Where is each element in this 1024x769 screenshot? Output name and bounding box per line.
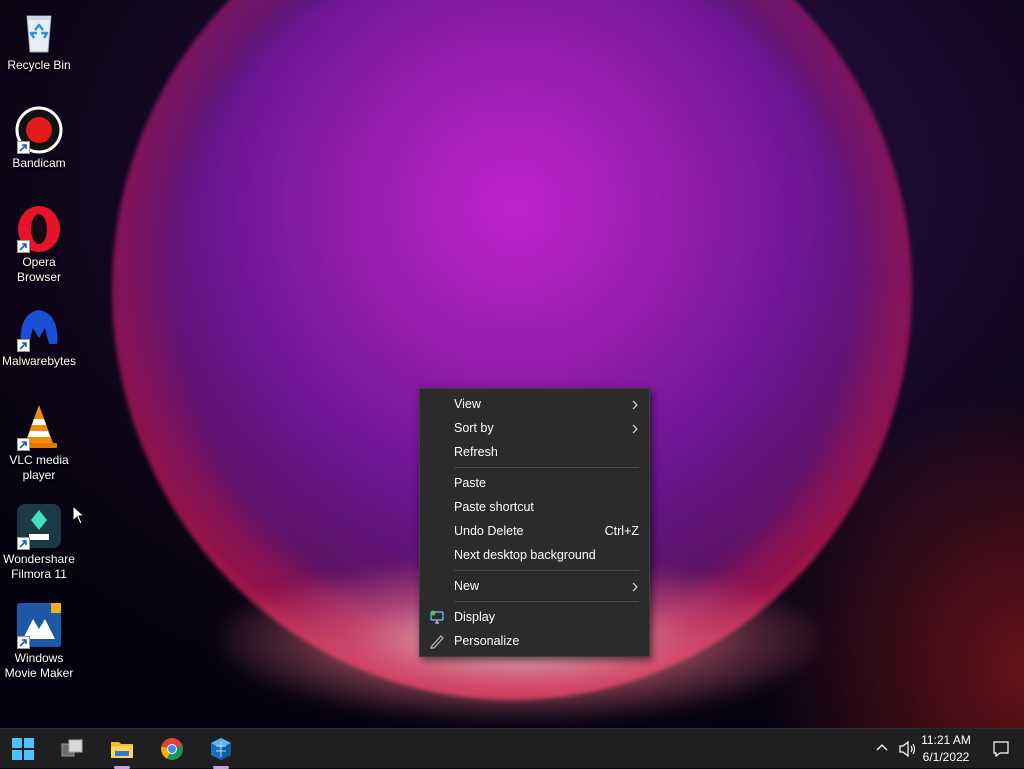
menu-item-next-desktop-background[interactable]: Next desktop background — [420, 543, 649, 567]
recycle-bin-icon — [15, 8, 63, 56]
chrome-icon — [161, 738, 183, 760]
malwarebytes-icon — [15, 304, 63, 352]
clock-date: 6/1/2022 — [922, 750, 970, 764]
display-settings-icon — [429, 609, 445, 625]
opera-icon — [15, 205, 63, 253]
menu-item-label: View — [454, 397, 481, 411]
menu-item-label: Sort by — [454, 421, 494, 435]
menu-item-label: Personalize — [454, 634, 520, 648]
pen-icon — [429, 633, 445, 649]
menu-item-label: Paste — [454, 476, 486, 490]
menu-separator — [454, 570, 639, 571]
folder-icon — [111, 742, 133, 758]
shortcut-arrow-icon — [17, 438, 30, 451]
chrome-button[interactable] — [150, 729, 194, 769]
clock-time: 11:21 AM — [921, 733, 971, 747]
clock[interactable]: 11:21 AM 6/1/2022 — [916, 732, 976, 766]
app-cube-icon — [211, 738, 231, 760]
desktop-icon-vlc-media-player[interactable]: VLC media player — [0, 403, 78, 483]
desktop-icon-wondershare-filmora[interactable]: Wondershare Filmora 11 — [0, 502, 78, 582]
desktop-icon-recycle-bin[interactable]: Recycle Bin — [0, 8, 78, 73]
menu-item-label: New — [454, 579, 480, 593]
desktop-icon-opera-browser[interactable]: Opera Browser — [0, 205, 78, 285]
menu-item-new[interactable]: New — [420, 574, 649, 598]
speaker-icon[interactable] — [898, 740, 918, 763]
menu-item-undo-delete[interactable]: Undo Delete Ctrl+Z — [420, 519, 649, 543]
desktop-icon-bandicam[interactable]: Bandicam — [0, 106, 78, 171]
shortcut-arrow-icon — [17, 339, 30, 352]
desktop-icon-label: Windows Movie Maker — [4, 651, 74, 680]
menu-item-refresh[interactable]: Refresh — [420, 440, 649, 464]
menu-item-display[interactable]: Display — [420, 605, 649, 629]
start-button[interactable] — [1, 729, 45, 769]
desktop-icon-label: Opera Browser — [16, 255, 61, 284]
notification-icon[interactable] — [992, 740, 1010, 763]
menu-item-label: Undo Delete — [454, 524, 524, 538]
chevron-right-icon — [631, 574, 639, 598]
desktop-icon-label: Malwarebytes — [1, 354, 77, 368]
desktop-icon-label: Wondershare Filmora 11 — [3, 552, 75, 581]
task-view-icon — [61, 739, 83, 757]
filmora-icon — [15, 502, 63, 550]
file-explorer-button[interactable] — [100, 729, 144, 769]
desktop-icon-label: Recycle Bin — [7, 58, 71, 72]
menu-item-shortcut: Ctrl+Z — [604, 524, 639, 538]
chevron-up-icon[interactable] — [876, 740, 888, 761]
menu-item-sort-by[interactable]: Sort by — [420, 416, 649, 440]
bandicam-icon — [15, 106, 63, 154]
menu-item-label: Display — [454, 610, 495, 624]
menu-item-view[interactable]: View — [420, 392, 649, 416]
desktop-icon-windows-movie-maker[interactable]: Windows Movie Maker — [0, 601, 78, 681]
menu-item-paste[interactable]: Paste — [420, 471, 649, 495]
chevron-right-icon — [631, 416, 639, 440]
chevron-right-icon — [631, 392, 639, 416]
menu-item-label: Refresh — [454, 445, 498, 459]
app-button[interactable] — [199, 729, 243, 769]
menu-separator — [454, 467, 639, 468]
shortcut-arrow-icon — [17, 141, 30, 154]
movie-maker-icon — [15, 601, 63, 649]
menu-item-label: Paste shortcut — [454, 500, 534, 514]
desktop-icon-malwarebytes[interactable]: Malwarebytes — [0, 304, 78, 369]
shortcut-arrow-icon — [17, 537, 30, 550]
menu-item-paste-shortcut[interactable]: Paste shortcut — [420, 495, 649, 519]
vlc-icon — [15, 403, 63, 451]
desktop-context-menu: View Sort by Refresh Paste Paste shortcu… — [419, 388, 650, 657]
desktop-icon-label: Bandicam — [12, 156, 66, 170]
menu-item-personalize[interactable]: Personalize — [420, 629, 649, 653]
mouse-cursor-icon — [72, 504, 86, 530]
desktop-icon-label: VLC media player — [9, 453, 69, 482]
taskbar: 11:21 AM 6/1/2022 — [0, 728, 1024, 769]
menu-separator — [454, 601, 639, 602]
task-view-button[interactable] — [50, 729, 94, 769]
windows-logo-icon — [12, 738, 34, 760]
menu-item-label: Next desktop background — [454, 548, 596, 562]
wallpaper-vignette — [764, 380, 1024, 728]
shortcut-arrow-icon — [17, 636, 30, 649]
shortcut-arrow-icon — [17, 240, 30, 253]
